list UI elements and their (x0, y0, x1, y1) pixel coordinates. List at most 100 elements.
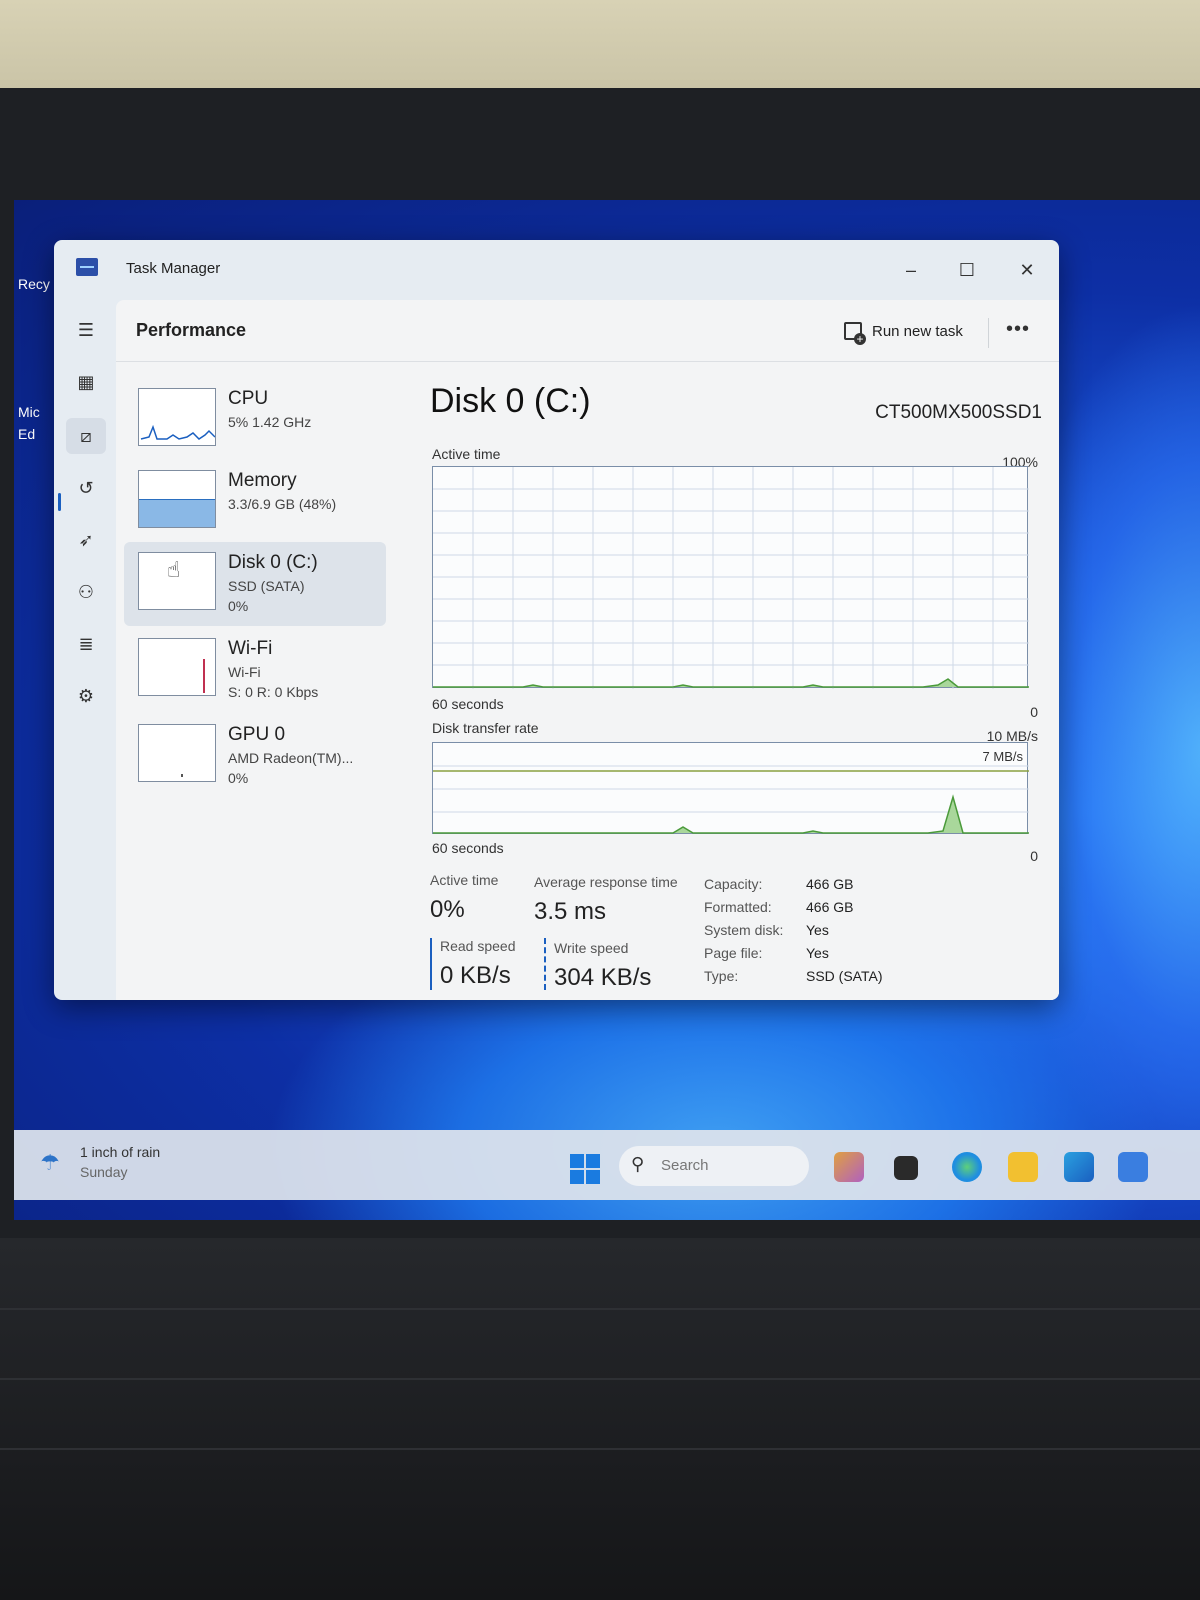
cpu-thumbnail-graph (138, 388, 216, 446)
resource-name: CPU (228, 388, 269, 409)
more-options-button[interactable]: ••• (1006, 318, 1030, 341)
resource-item-wifi[interactable]: Wi-Fi Wi-Fi S: 0 R: 0 Kbps (124, 628, 386, 712)
hand-cursor-icon: ☝ (167, 557, 181, 582)
write-speed-value: 304 KB/s (554, 964, 652, 991)
task-manager-window: Task Manager – ☐ ✕ ☰ ▦ ⧄ ↺ ➶ ⚇ ≣ ⚙ ⚙ Per… (54, 240, 1059, 1000)
search-placeholder: Search (661, 1157, 709, 1174)
hamburger-icon[interactable]: ☰ (66, 312, 106, 348)
users-icon[interactable]: ⚇ (66, 574, 106, 610)
app-history-icon[interactable]: ↺ (66, 470, 106, 506)
type-value: SSD (SATA) (806, 968, 883, 984)
services-icon[interactable]: ⚙ (66, 678, 106, 714)
resource-name: Wi-Fi (228, 638, 273, 659)
taskbar-app-widgets-icon[interactable] (834, 1152, 864, 1182)
task-manager-app-icon (76, 258, 98, 276)
transfer-rate-reference-label: 7 MB/s (982, 749, 1023, 764)
formatted-value: 466 GB (806, 899, 854, 915)
processes-icon[interactable]: ▦ (66, 364, 106, 400)
capacity-value: 466 GB (806, 876, 854, 892)
screen: Recy Mic Ed Task Manager – ☐ ✕ ☰ ▦ ⧄ ↺ ➶… (14, 200, 1200, 1220)
page-header: Performance Run new task ••• (116, 300, 1059, 362)
maximize-button[interactable]: ☐ (944, 252, 990, 288)
memory-thumbnail-graph (138, 470, 216, 528)
close-button[interactable]: ✕ (1004, 252, 1050, 288)
transfer-rate-graph: 7 MB/s (432, 742, 1029, 834)
desktop-icon-edge[interactable]: Mic (18, 404, 40, 420)
active-time-stat-value: 0% (430, 896, 465, 923)
weather-summary[interactable]: 1 inch of rain (80, 1144, 160, 1160)
desktop-icon-edge-label: Ed (18, 426, 36, 442)
resource-sub2: 0% (228, 598, 249, 614)
active-time-duration-label: 60 seconds (432, 696, 504, 712)
start-logo-tile (570, 1170, 584, 1184)
laptop-chassis (0, 1238, 1200, 1600)
resource-sub: SSD (SATA) (228, 578, 305, 594)
disk-detail-panel: Disk 0 (C:) CT500MX500SSD1 Active time 1… (422, 362, 1052, 1000)
disk-thumbnail-graph: ☝ (138, 552, 216, 610)
run-new-task-button[interactable]: Run new task (844, 322, 963, 345)
chassis-edge (0, 1448, 1200, 1450)
taskbar-app-file-icon[interactable] (894, 1156, 918, 1180)
formatted-key: Formatted: (704, 899, 772, 915)
taskbar-search[interactable]: ⚲ Search (619, 1146, 809, 1186)
active-time-graph (432, 466, 1029, 689)
resource-item-disk[interactable]: ☝ Disk 0 (C:) SSD (SATA) 0% (124, 542, 386, 626)
chassis-edge (0, 1378, 1200, 1380)
edge-icon[interactable] (952, 1152, 982, 1182)
minimize-button[interactable]: – (888, 252, 934, 288)
file-explorer-icon[interactable] (1008, 1152, 1038, 1182)
resource-name: Disk 0 (C:) (228, 552, 318, 573)
run-new-task-label: Run new task (872, 322, 963, 340)
start-logo-tile (586, 1154, 600, 1168)
title-bar[interactable]: Task Manager – ☐ ✕ (54, 240, 1059, 300)
read-speed-label: Read speed (440, 938, 516, 954)
details-icon[interactable]: ≣ (66, 626, 106, 662)
disk-model: CT500MX500SSD1 (875, 402, 1042, 423)
content-pane: Performance Run new task ••• CPU 5% 1.42… (116, 300, 1059, 1000)
umbrella-icon[interactable]: ☂ (40, 1150, 60, 1176)
store-icon[interactable] (1064, 1152, 1094, 1182)
read-speed-value: 0 KB/s (440, 962, 511, 989)
header-divider (988, 318, 989, 348)
wifi-thumbnail-graph (138, 638, 216, 696)
window-title: Task Manager (126, 260, 221, 277)
start-logo-tile (586, 1170, 600, 1184)
page-title: Performance (136, 320, 247, 340)
taskbar: ☂ 1 inch of rain Sunday ⚲ Search (14, 1130, 1200, 1200)
teams-icon[interactable] (1118, 1152, 1148, 1182)
resource-sub: Wi-Fi (228, 664, 261, 680)
type-key: Type: (704, 968, 739, 984)
resource-name: GPU 0 (228, 724, 286, 745)
read-speed-marker (430, 938, 432, 990)
run-task-icon (844, 322, 866, 345)
gpu-thumbnail-graph (138, 724, 216, 782)
avg-response-label: Average response time (534, 874, 678, 890)
start-logo-tile (570, 1154, 584, 1168)
resource-item-memory[interactable]: Memory 3.3/6.9 GB (48%) (124, 460, 386, 544)
system-disk-value: Yes (806, 922, 829, 938)
startup-apps-icon[interactable]: ➶ (66, 522, 106, 558)
resource-name: Memory (228, 470, 297, 491)
write-speed-marker (544, 938, 546, 990)
transfer-rate-graph-label: Disk transfer rate (432, 720, 539, 736)
performance-icon[interactable]: ⧄ (66, 418, 106, 454)
navigation-rail: ☰ ▦ ⧄ ↺ ➶ ⚇ ≣ ⚙ ⚙ (54, 300, 116, 1000)
wall-background (0, 0, 1200, 95)
active-time-graph-label: Active time (432, 446, 501, 462)
desktop-icon-recycle-bin[interactable]: Recy (18, 276, 50, 292)
active-time-min-label: 0 (1030, 704, 1038, 720)
resource-sub: AMD Radeon(TM)... (228, 750, 354, 766)
resource-item-cpu[interactable]: CPU 5% 1.42 GHz (124, 378, 386, 462)
weather-day: Sunday (80, 1164, 128, 1180)
page-file-key: Page file: (704, 945, 763, 961)
system-disk-key: System disk: (704, 922, 784, 938)
resource-sub2: S: 0 R: 0 Kbps (228, 684, 319, 700)
resource-sub: 3.3/6.9 GB (48%) (228, 496, 337, 512)
write-speed-label: Write speed (554, 940, 629, 956)
active-nav-indicator (58, 493, 61, 511)
start-button[interactable] (570, 1154, 600, 1184)
transfer-rate-duration-label: 60 seconds (432, 840, 504, 856)
resource-item-gpu[interactable]: GPU 0 AMD Radeon(TM)... 0% (124, 714, 386, 798)
capacity-key: Capacity: (704, 876, 763, 892)
transfer-rate-min-label: 0 (1030, 848, 1038, 864)
